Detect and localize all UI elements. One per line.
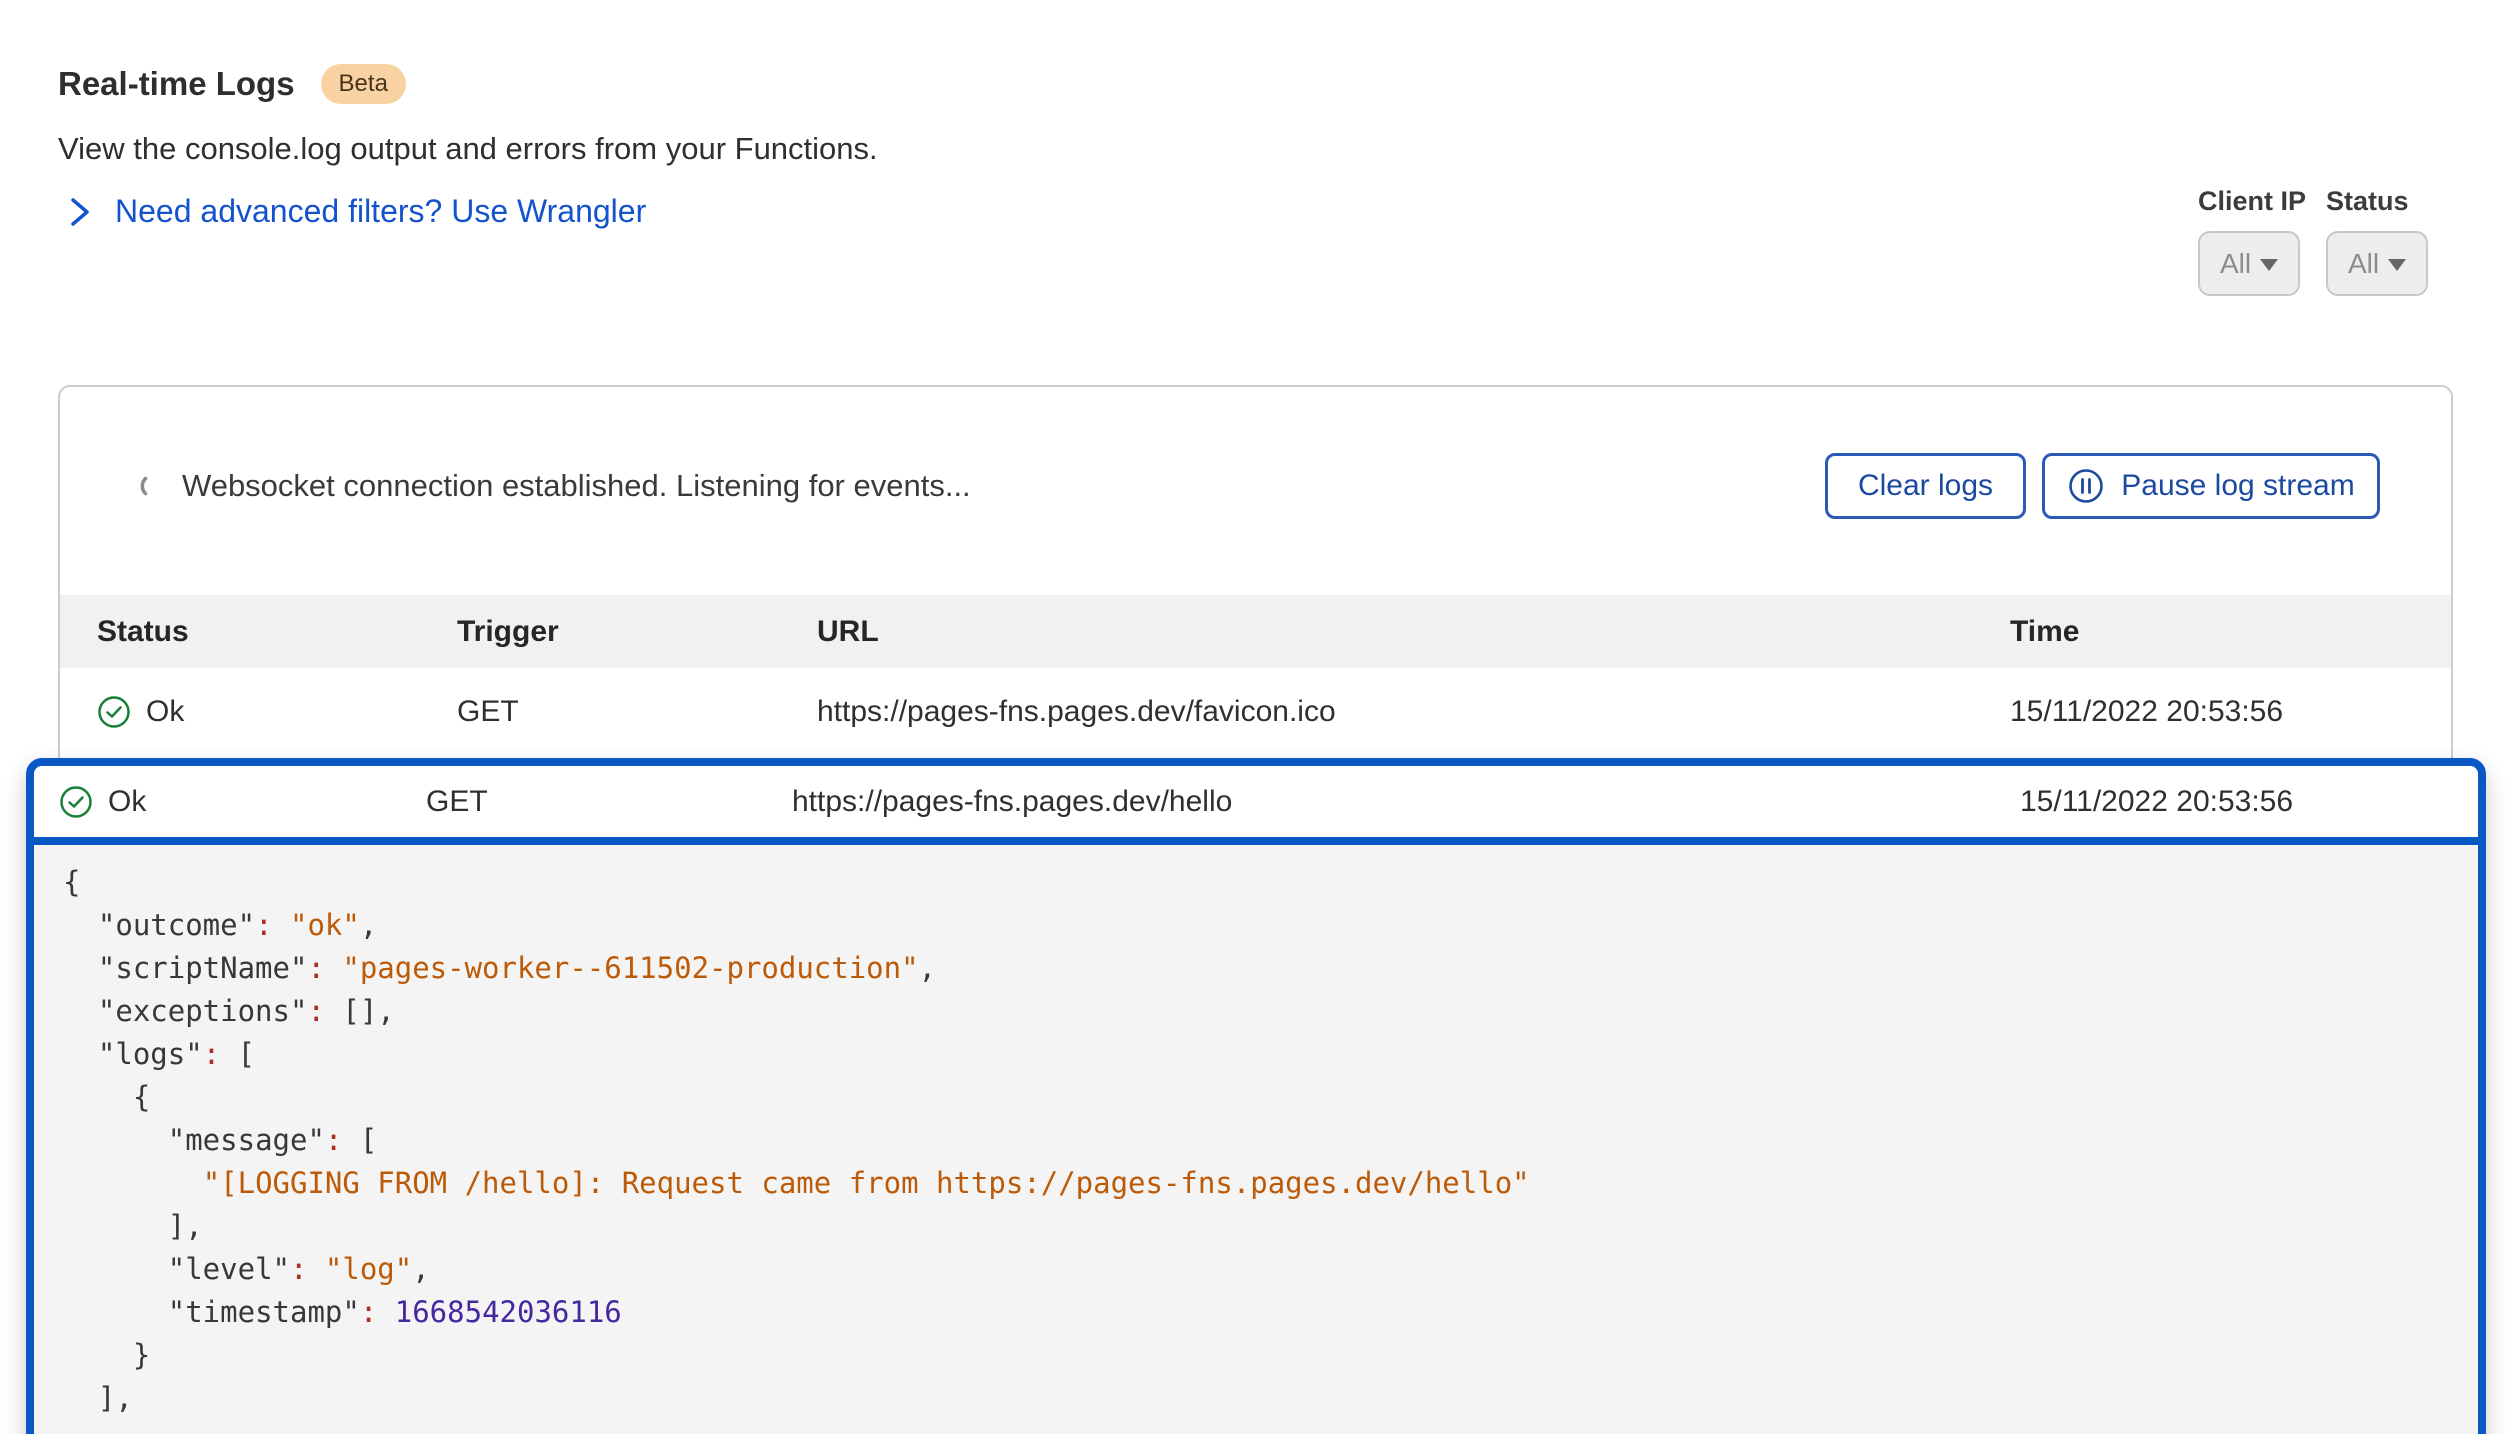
- advanced-filters-link[interactable]: Need advanced filters? Use Wrangler: [66, 193, 646, 230]
- log-row-status: Ok: [59, 785, 426, 819]
- json-log-body: { "outcome": "ok", "scriptName": "pages-…: [34, 845, 2478, 1434]
- log-filters: Client IP All Status All: [2198, 186, 2428, 296]
- column-header-trigger: Trigger: [457, 615, 817, 649]
- beta-badge: Beta: [321, 64, 406, 104]
- status-filter-value: All: [2348, 248, 2379, 280]
- pause-icon: [2067, 467, 2105, 505]
- pause-log-stream-button[interactable]: Pause log stream: [2042, 453, 2380, 519]
- client-ip-filter-value: All: [2220, 248, 2251, 280]
- log-row-trigger: GET: [457, 695, 817, 729]
- clear-logs-button[interactable]: Clear logs: [1825, 453, 2026, 519]
- code-line: ],: [63, 1377, 2478, 1420]
- client-ip-filter-group: Client IP All: [2198, 186, 2306, 296]
- logs-toolbar: Websocket connection established. Listen…: [60, 387, 2451, 595]
- client-ip-filter-label: Client IP: [2198, 186, 2306, 217]
- code-line: "message": [: [63, 1119, 2478, 1162]
- log-row-status: Ok: [97, 695, 457, 729]
- status-filter-dropdown[interactable]: All: [2326, 231, 2428, 296]
- code-line: "level": "log",: [63, 1248, 2478, 1291]
- status-filter-label: Status: [2326, 186, 2428, 217]
- advanced-filters-link-label: Need advanced filters? Use Wrangler: [115, 193, 646, 230]
- page-title: Real-time Logs: [58, 65, 295, 103]
- code-line: }: [63, 1334, 2478, 1377]
- status-filter-group: Status All: [2326, 186, 2428, 296]
- log-row-url: https://pages-fns.pages.dev/hello: [792, 785, 2020, 819]
- log-table-row[interactable]: Ok GET https://pages-fns.pages.dev/favic…: [60, 668, 2451, 755]
- log-row-time: 15/11/2022 20:53:56: [2010, 695, 2451, 729]
- pause-log-stream-label: Pause log stream: [2121, 469, 2354, 503]
- websocket-status: Websocket connection established. Listen…: [140, 468, 971, 504]
- realtime-logs-page: Real-time Logs Beta View the console.log…: [0, 0, 2508, 1434]
- expanded-log-entry: Ok GET https://pages-fns.pages.dev/hello…: [26, 758, 2486, 1434]
- code-line: ],: [63, 1205, 2478, 1248]
- websocket-status-text: Websocket connection established. Listen…: [182, 468, 971, 504]
- column-header-status: Status: [97, 615, 457, 649]
- code-line: "scriptName": "pages-worker--611502-prod…: [63, 947, 2478, 990]
- page-description: View the console.log output and errors f…: [58, 131, 878, 167]
- toolbar-buttons: Clear logs Pause log stream: [1825, 453, 2380, 519]
- log-table-header: Status Trigger URL Time: [60, 595, 2451, 668]
- code-line: "logs": [: [63, 1033, 2478, 1076]
- caret-down-icon: [2260, 259, 2278, 271]
- column-header-time: Time: [2010, 615, 2451, 649]
- selected-log-row[interactable]: Ok GET https://pages-fns.pages.dev/hello…: [34, 766, 2478, 845]
- caret-down-icon: [2388, 259, 2406, 271]
- log-row-status-text: Ok: [108, 785, 146, 819]
- check-circle-icon: [97, 695, 131, 729]
- chevron-right-icon: [66, 194, 93, 230]
- spinner-icon: [140, 473, 166, 499]
- log-row-url: https://pages-fns.pages.dev/favicon.ico: [817, 695, 2010, 729]
- clear-logs-label: Clear logs: [1858, 469, 1993, 503]
- code-line: "timestamp": 1668542036116: [63, 1291, 2478, 1334]
- client-ip-filter-dropdown[interactable]: All: [2198, 231, 2300, 296]
- code-line: "exceptions": [],: [63, 990, 2478, 1033]
- log-row-time: 15/11/2022 20:53:56: [2020, 785, 2478, 819]
- log-row-status-text: Ok: [146, 695, 184, 729]
- log-row-trigger: GET: [426, 785, 792, 819]
- code-line: {: [63, 861, 2478, 904]
- column-header-url: URL: [817, 615, 2010, 649]
- code-line: "outcome": "ok",: [63, 904, 2478, 947]
- page-header: Real-time Logs Beta: [58, 64, 406, 104]
- code-line: {: [63, 1076, 2478, 1119]
- code-line: "[LOGGING FROM /hello]: Request came fro…: [63, 1162, 2478, 1205]
- check-circle-icon: [59, 785, 93, 819]
